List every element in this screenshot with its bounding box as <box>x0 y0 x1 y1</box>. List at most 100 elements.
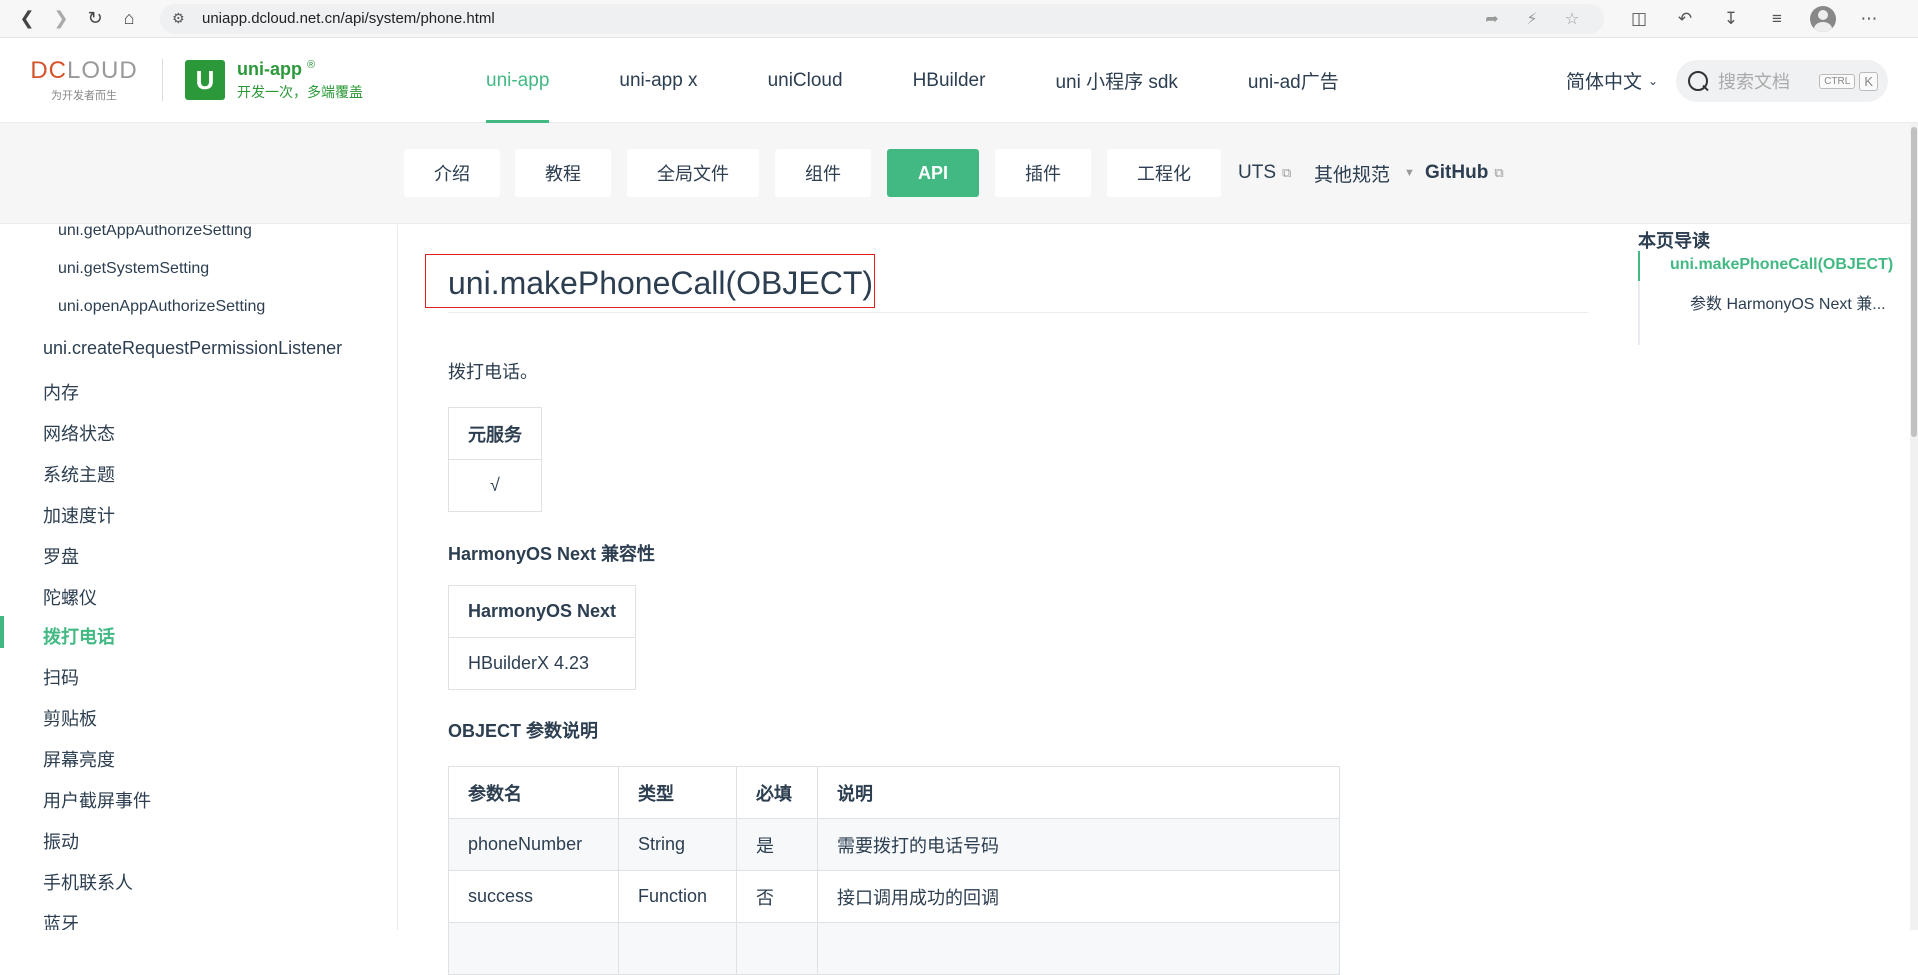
sidebar-item-clipboard[interactable]: 剪贴板 <box>43 705 97 731</box>
harmony-compat-table: HarmonyOS Next HBuilderX 4.23 <box>447 585 637 690</box>
toc-item-make-phone-call[interactable]: uni.makePhoneCall(OBJECT) <box>1670 256 1893 274</box>
forward-icon[interactable]: ❯ <box>44 4 78 34</box>
uni-app-brand[interactable]: uni-app <box>237 59 302 79</box>
tab-plugins[interactable]: 插件 <box>995 149 1091 197</box>
tab-tutorial[interactable]: 教程 <box>515 149 611 197</box>
table-header: 参数名 <box>448 766 619 819</box>
scrollbar-thumb[interactable] <box>1911 127 1917 437</box>
tab-uts[interactable]: UTS ⧉ <box>1238 149 1291 197</box>
shortcut-ctrl-key: CTRL <box>1819 73 1856 89</box>
table-cell: HBuilderX 4.23 <box>447 637 637 690</box>
sidebar-active-indicator <box>0 616 4 648</box>
table-header: 类型 <box>618 766 737 819</box>
table-cell: √ <box>448 459 542 512</box>
table-cell <box>618 922 737 975</box>
logo-divider <box>162 59 163 101</box>
toc-item-harmony-params[interactable]: 参数 HarmonyOS Next 兼... <box>1690 290 1886 314</box>
site-info-icon[interactable]: ⚙ <box>172 10 190 27</box>
table-cell: String <box>618 818 737 871</box>
sidebar-item-contacts[interactable]: 手机联系人 <box>43 869 133 895</box>
bolt-icon[interactable]: ⚡ <box>1512 9 1552 29</box>
history-icon[interactable]: ↶ <box>1662 9 1708 29</box>
profile-avatar-icon[interactable] <box>1810 5 1836 32</box>
tab-api[interactable]: API <box>887 149 979 197</box>
page-scrollbar[interactable] <box>1910 123 1918 930</box>
sidebar-item-gyroscope[interactable]: 陀螺仪 <box>43 584 97 610</box>
nav-uni-app[interactable]: uni-app <box>486 38 550 123</box>
tab-github-label: GitHub <box>1425 162 1489 183</box>
search-placeholder: 搜索文档 <box>1718 72 1790 92</box>
sidebar-subitem-open-app-authorize-setting[interactable]: uni.openAppAuthorizeSetting <box>58 298 265 316</box>
chevron-down-icon: ⌄ <box>1648 73 1659 88</box>
sidebar-item-create-request-permission-listener[interactable]: uni.createRequestPermissionListener <box>43 338 342 359</box>
table-cell <box>448 922 619 975</box>
address-bar[interactable]: ⚙ uniapp.dcloud.net.cn/api/system/phone.… <box>160 3 1604 34</box>
browser-toolbar: ❮ ❯ ↻ ⌂ ⚙ uniapp.dcloud.net.cn/api/syste… <box>0 0 1918 38</box>
sidebar: uni.getAppAuthorizeSetting uni.getSystem… <box>0 225 398 930</box>
sidebar-item-scan-code[interactable]: 扫码 <box>43 664 79 690</box>
external-link-icon: ⧉ <box>1494 165 1504 180</box>
home-icon[interactable]: ⌂ <box>112 4 146 34</box>
tab-github[interactable]: GitHub ⧉ <box>1425 149 1504 197</box>
nav-hbuilder[interactable]: HBuilder <box>913 38 986 123</box>
table-cell: 否 <box>736 870 818 923</box>
harmony-heading: HarmonyOS Next 兼容性 <box>448 544 656 564</box>
tab-engineering[interactable]: 工程化 <box>1107 149 1221 197</box>
sidebar-item-memory[interactable]: 内存 <box>43 379 79 405</box>
search-box[interactable]: 搜索文档 CTRL K <box>1676 60 1888 102</box>
table-header: 说明 <box>817 766 1340 819</box>
tab-global-files[interactable]: 全局文件 <box>627 149 759 197</box>
sidebar-subitem-get-app-authorize-setting[interactable]: uni.getAppAuthorizeSetting <box>58 225 252 240</box>
tab-other-specs[interactable]: 其他规范 ▼ <box>1314 149 1415 197</box>
nav-unicloud[interactable]: uniCloud <box>768 38 843 123</box>
table-cell: phoneNumber <box>448 818 619 871</box>
toc-title: 本页导读 <box>1638 231 1710 251</box>
table-row: phoneNumber String 是 需要拨打的电话号码 <box>448 818 1340 871</box>
caret-down-icon: ▼ <box>1404 167 1415 179</box>
table-cell: success <box>448 870 619 923</box>
download-icon[interactable]: ↧ <box>1708 9 1754 29</box>
dcloud-logo[interactable]: DCLOUD 为开发者而生 <box>24 57 144 103</box>
params-heading: OBJECT 参数说明 <box>448 721 599 741</box>
uni-app-slogan: 开发一次，多端覆盖 <box>237 83 363 100</box>
extensions-icon[interactable]: ◫ <box>1616 9 1662 29</box>
table-cell: Function <box>618 870 737 923</box>
reading-list-icon[interactable]: ≡ <box>1754 9 1800 29</box>
sidebar-item-compass[interactable]: 罗盘 <box>43 543 79 569</box>
dcloud-logo-text-left: DC <box>30 57 67 84</box>
language-select[interactable]: 简体中文 ⌄ <box>1566 38 1658 123</box>
table-cell: 需要拨打的电话号码 <box>817 818 1340 871</box>
sidebar-item-system-theme[interactable]: 系统主题 <box>43 461 115 487</box>
nav-uni-ad[interactable]: uni-ad广告 <box>1248 38 1339 123</box>
table-header: HarmonyOS Next <box>447 585 637 638</box>
table-cell <box>736 922 818 975</box>
page-description: 拨打电话。 <box>448 362 538 382</box>
table-cell: 接口调用成功的回调 <box>817 870 1340 923</box>
sidebar-item-screenshot-event[interactable]: 用户截屏事件 <box>43 787 151 813</box>
main-nav: uni-app uni-app x uniCloud HBuilder uni … <box>486 38 1409 123</box>
more-icon[interactable]: ⋯ <box>1846 9 1892 29</box>
nav-uni-mini-sdk[interactable]: uni 小程序 sdk <box>1055 38 1177 123</box>
sidebar-item-network-status[interactable]: 网络状态 <box>43 420 115 446</box>
tab-components[interactable]: 组件 <box>775 149 871 197</box>
url-text[interactable]: uniapp.dcloud.net.cn/api/system/phone.ht… <box>202 10 1472 27</box>
sidebar-item-accelerometer[interactable]: 加速度计 <box>43 502 115 528</box>
sidebar-item-make-phone-call[interactable]: 拨打电话 <box>43 623 115 649</box>
reload-icon[interactable]: ↻ <box>78 4 112 34</box>
tab-intro[interactable]: 介绍 <box>404 149 500 197</box>
table-header-row: 参数名 类型 必填 说明 <box>448 766 1340 819</box>
nav-uni-app-x[interactable]: uni-app x <box>619 38 697 123</box>
sub-nav: 介绍 教程 全局文件 组件 API 插件 工程化 UTS ⧉ 其他规范 ▼ Gi… <box>0 123 1918 224</box>
external-link-icon: ⧉ <box>1282 165 1292 180</box>
sidebar-subitem-get-system-setting[interactable]: uni.getSystemSetting <box>58 260 209 278</box>
uni-app-logo-icon[interactable]: U <box>185 60 225 100</box>
star-icon[interactable]: ☆ <box>1552 9 1592 29</box>
back-icon[interactable]: ❮ <box>10 4 44 34</box>
page-title: uni.makePhoneCall(OBJECT) <box>448 265 874 301</box>
sidebar-item-bluetooth[interactable]: 蓝牙 <box>43 910 79 930</box>
sidebar-item-screen-brightness[interactable]: 屏幕亮度 <box>43 746 115 772</box>
sidebar-item-vibrate[interactable]: 振动 <box>43 828 79 854</box>
title-divider <box>448 312 1588 313</box>
share-icon[interactable]: ➦ <box>1472 9 1512 29</box>
tab-uts-label: UTS <box>1238 162 1276 183</box>
